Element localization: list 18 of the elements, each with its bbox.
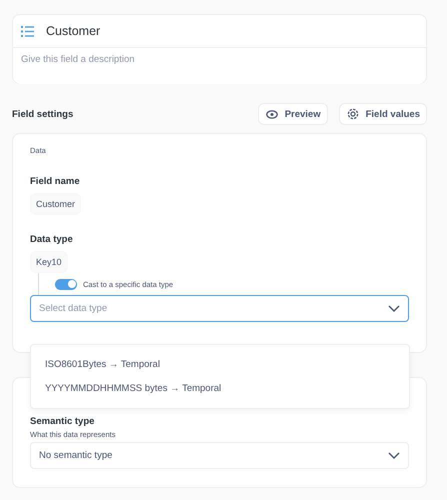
eye-icon [266, 110, 278, 118]
cast-toggle[interactable] [55, 278, 77, 290]
chevron-down-icon [388, 452, 400, 459]
field-values-button[interactable]: Field values [338, 103, 427, 125]
preview-button[interactable]: Preview [258, 103, 328, 125]
chevron-down-icon [388, 305, 400, 312]
list-icon [21, 26, 34, 36]
semantic-type-select[interactable]: No semantic type [30, 442, 409, 469]
data-type-value: Key10 [30, 251, 68, 273]
dropdown-option[interactable]: YYYYMMDDHHMMSS bytes → Temporal [31, 380, 409, 398]
field-title: Customer [46, 24, 100, 38]
section-title: Field settings [12, 108, 74, 120]
semantic-type-label: Semantic type [30, 416, 96, 427]
dropdown-option[interactable]: ISO8601Bytes → Temporal [31, 356, 409, 374]
field-name-label: Field name [30, 176, 81, 187]
gear-icon [346, 108, 359, 120]
field-name-value: Customer [30, 193, 82, 215]
data-type-label: Data type [30, 234, 74, 245]
